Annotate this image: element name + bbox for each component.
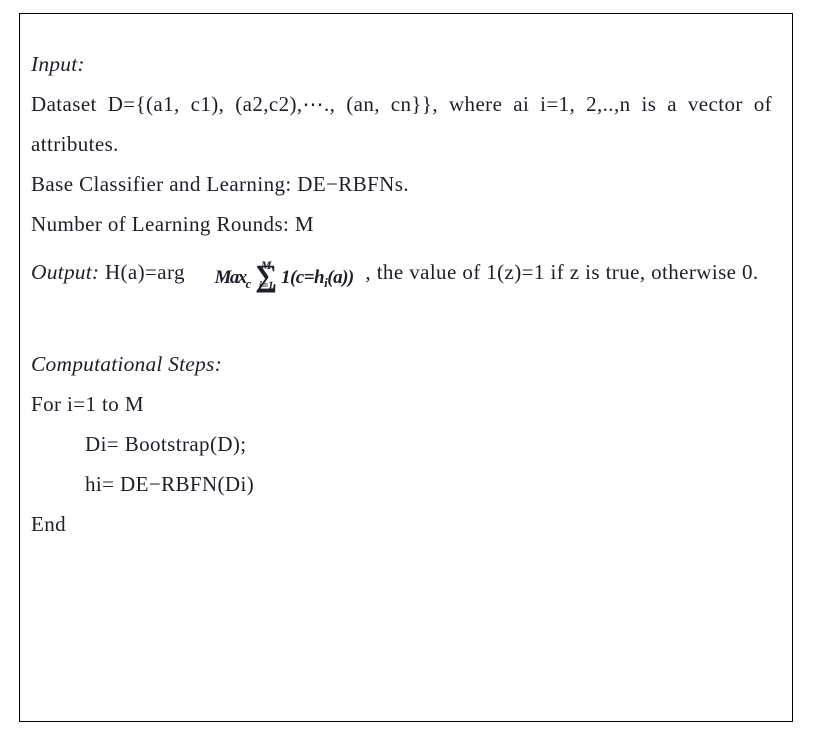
output-label: Output: xyxy=(31,260,100,284)
input-dataset-line: Dataset D={(a1, c1), (a2,c2),⋯., (an, cn… xyxy=(31,92,772,156)
formula-argument: (a)) xyxy=(327,267,354,288)
input-learning-rounds-line: Number of Learning Rounds: M xyxy=(31,212,314,236)
input-base-classifier-line: Base Classifier and Learning: DE−RBFNs. xyxy=(31,172,409,196)
formula-indicator: 1(c xyxy=(280,267,304,288)
algorithm-box: Input: Dataset D={(a1, c1), (a2,c2),⋯., … xyxy=(19,13,793,722)
formula-hypothesis: h xyxy=(314,267,325,288)
formula-operator: Max xyxy=(214,267,248,288)
output-paragraph: Output: H(a)=arg Maxc M ∑ i=1 1(c=hi(a)) , t… xyxy=(31,252,772,304)
step-bootstrap: Di= Bootstrap(D); xyxy=(85,432,247,456)
steps-label: Computational Steps: xyxy=(31,352,222,376)
formula-summation: M ∑ i=1 xyxy=(251,258,281,292)
formula-equals: = xyxy=(303,267,315,288)
step-for-loop: For i=1 to M xyxy=(31,392,144,416)
spacer-before-output xyxy=(31,244,780,252)
output-prefix: H(a)=arg xyxy=(104,260,185,284)
formula-sum-lower: i=1 xyxy=(258,278,274,292)
input-label-line: Input: xyxy=(31,44,780,84)
output-suffix: , the value of 1(z)=1 if z is true, othe… xyxy=(365,260,759,284)
output-formula: Maxc M ∑ i=1 1(c=hi(a)) xyxy=(214,258,355,304)
step-de-rbfn: hi= DE−RBFN(Di) xyxy=(85,472,255,496)
step-end: End xyxy=(31,512,67,536)
input-label: Input: xyxy=(31,52,85,76)
steps-label-line: Computational Steps: xyxy=(31,344,780,384)
spacer-before-steps xyxy=(31,304,780,344)
algorithm-content: Input: Dataset D={(a1, c1), (a2,c2),⋯., … xyxy=(31,44,780,544)
